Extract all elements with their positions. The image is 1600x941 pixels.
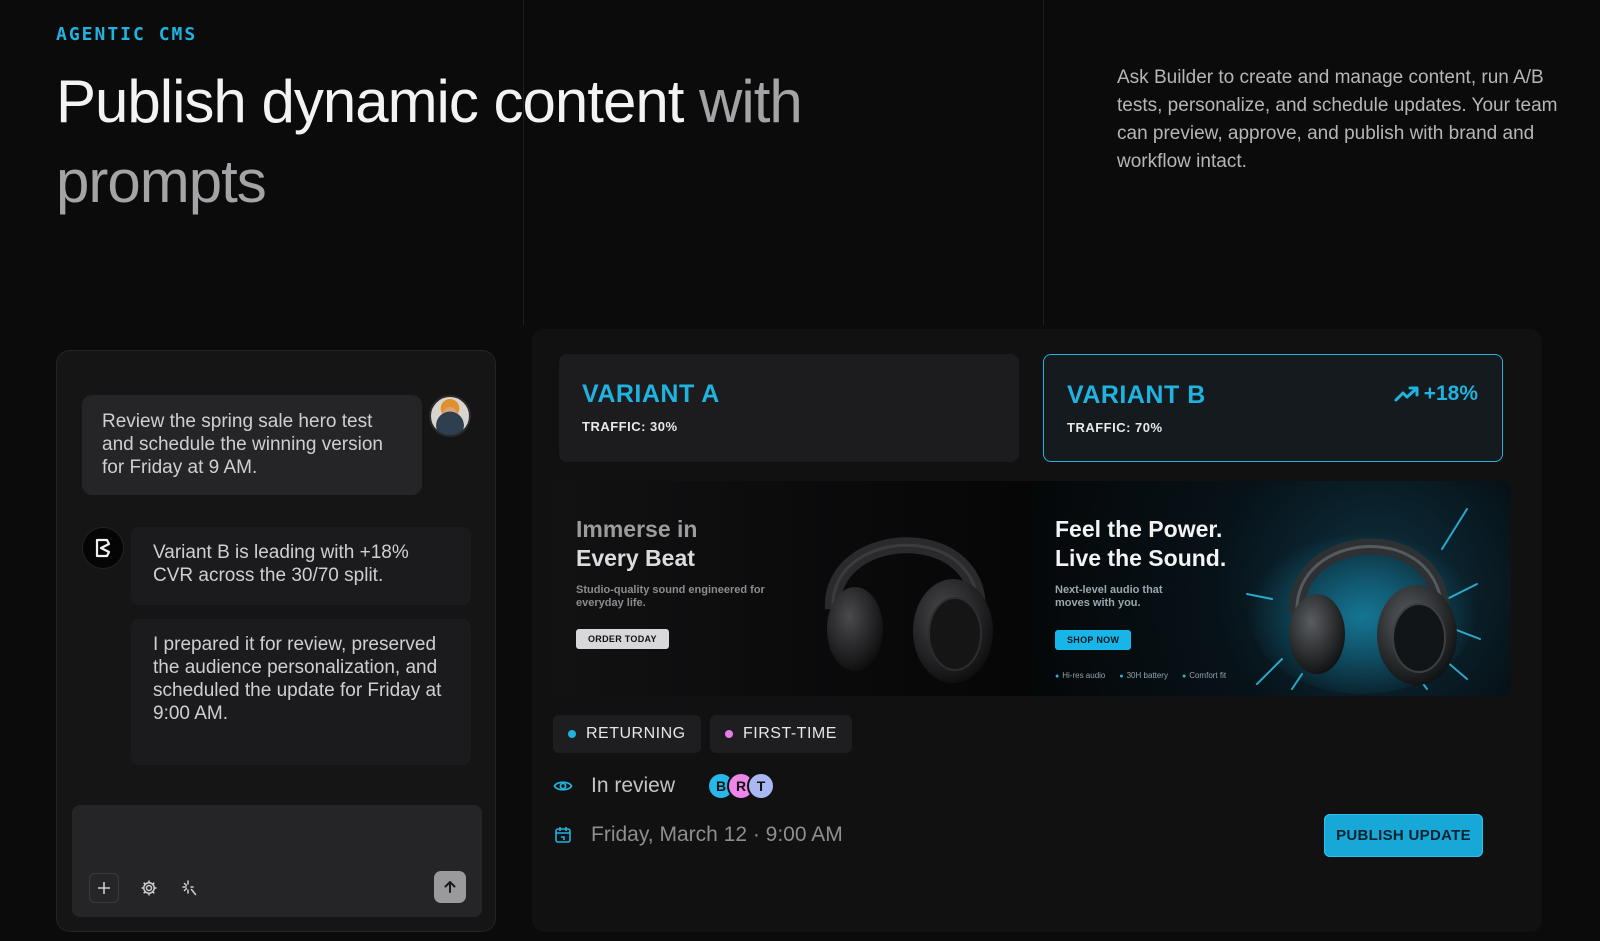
segment-label: FIRST-TIME (743, 725, 837, 742)
reviewer-avatar[interactable]: T (747, 772, 776, 800)
plus-icon[interactable] (89, 873, 119, 903)
hero-title-line: Feel the Power. (1055, 516, 1223, 542)
sparkle-icon[interactable] (175, 873, 205, 903)
lift-value: +18% (1423, 382, 1478, 405)
conversion-lift: +18% (1394, 382, 1478, 406)
hero-title-line: Immerse in (576, 516, 698, 542)
feature-item: Hi-res audio (1055, 671, 1105, 680)
assistant-message: Variant B is leading with +18% CVR acros… (131, 527, 471, 605)
user-avatar (429, 395, 471, 437)
reviewer-avatars: B R T (707, 772, 776, 800)
trend-up-icon (1394, 386, 1419, 402)
grid-divider (1043, 0, 1044, 325)
headphones-image (824, 537, 993, 683)
hero-subtitle: Studio-quality sound engineered for ever… (576, 584, 765, 609)
variant-title: VARIANT A (582, 380, 720, 408)
variant-b-card[interactable]: VARIANT B TRAFFIC: 70% +18% (1043, 354, 1503, 462)
hero-preview-a[interactable]: Immerse in Every Beat Studio-quality sou… (553, 481, 1032, 696)
review-status: In review B R T (553, 772, 776, 800)
headphones-splash-image (1246, 508, 1481, 694)
shop-now-button[interactable]: SHOP NOW (1055, 630, 1132, 650)
eye-icon (553, 781, 573, 791)
send-button[interactable] (434, 871, 466, 903)
schedule-date: Friday, March 12 · 9:00 AM (591, 823, 843, 846)
segment-label: RETURNING (586, 725, 686, 742)
builder-logo-icon (82, 527, 124, 569)
segment-returning[interactable]: RETURNING (553, 715, 701, 753)
hero-subtitle: Next-level audio that moves with you. (1055, 584, 1163, 609)
status-label: In review (591, 774, 676, 797)
segment-first-time[interactable]: FIRST-TIME (710, 715, 852, 753)
eyebrow-label: AGENTIC CMS (56, 24, 198, 45)
variant-traffic: TRAFFIC: 30% (582, 419, 678, 434)
feature-list: Hi-res audio 30H battery Comfort fit (1055, 671, 1226, 680)
segment-dot (568, 730, 576, 738)
ab-test-preview: VARIANT A TRAFFIC: 30% VARIANT B TRAFFIC… (532, 329, 1542, 932)
hero-title-line: Live the Sound. (1055, 545, 1227, 571)
variant-a-card[interactable]: VARIANT A TRAFFIC: 30% (559, 354, 1019, 462)
order-today-button[interactable]: ORDER TODAY (576, 629, 669, 649)
page-title: Publish dynamic content with prompts (56, 62, 956, 222)
publish-update-button[interactable]: PUBLISH UPDATE (1324, 814, 1483, 857)
schedule-row: Friday, March 12 · 9:00 AM (553, 823, 843, 847)
headline-main: Publish dynamic content (56, 68, 700, 135)
intro-text: Ask Builder to create and manage content… (1117, 67, 1558, 172)
hero-title-line: Every Beat (576, 545, 695, 571)
hero-title: Immerse in Every Beat (576, 515, 697, 573)
segment-dot (725, 730, 733, 738)
prompt-composer[interactable] (72, 805, 482, 917)
hero-preview-b[interactable]: Feel the Power. Live the Sound. Next-lev… (1032, 481, 1511, 696)
feature-item: 30H battery (1119, 671, 1168, 680)
feature-item: Comfort fit (1182, 671, 1226, 680)
chat-panel: Review the spring sale hero test and sch… (56, 350, 496, 932)
hero-title: Feel the Power. Live the Sound. (1055, 515, 1226, 573)
variant-traffic: TRAFFIC: 70% (1067, 420, 1163, 435)
gear-icon[interactable] (134, 873, 164, 903)
user-message: Review the spring sale hero test and sch… (82, 395, 422, 495)
assistant-message: I prepared it for review, preserved the … (131, 619, 471, 765)
calendar-icon (555, 827, 571, 843)
